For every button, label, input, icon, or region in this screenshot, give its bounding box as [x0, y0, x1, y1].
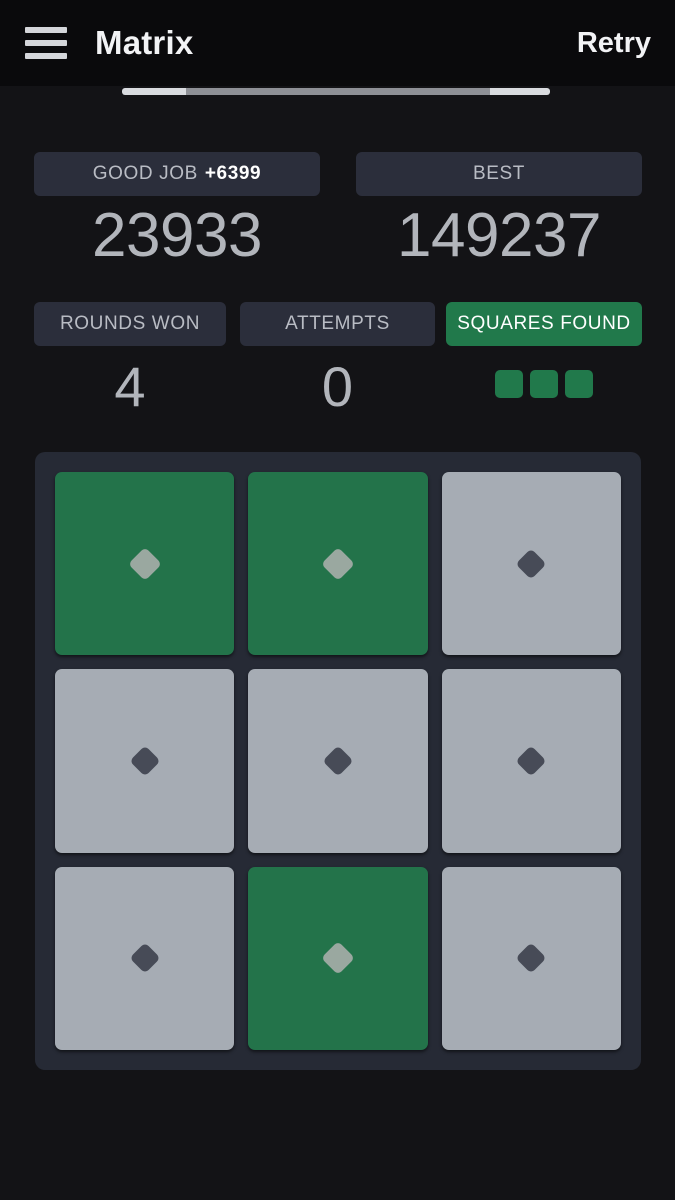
score-delta: +6399: [204, 163, 262, 184]
diamond-icon: [515, 548, 547, 580]
matrix-game-board: [35, 452, 641, 1070]
hamburger-bar: [25, 53, 67, 59]
app-header: Matrix Retry: [0, 0, 675, 86]
hamburger-bar: [25, 27, 67, 33]
attempts-label: ATTEMPTS: [285, 313, 390, 334]
best-score-value: 149237: [397, 201, 601, 270]
progress-segment-elapsed: [122, 88, 186, 95]
hamburger-bar: [25, 40, 67, 46]
board-tile[interactable]: [248, 472, 428, 656]
attempts-value: 0: [321, 355, 354, 418]
diamond-icon: [515, 745, 547, 777]
stats-section: ROUNDS WON ATTEMPTS SQUARES FOUND 4 0: [0, 302, 675, 432]
retry-button[interactable]: Retry: [577, 27, 651, 60]
rounds-won-chip: ROUNDS WON: [34, 302, 226, 346]
squares-found-dot: [565, 370, 593, 398]
page-title: Matrix: [95, 24, 194, 61]
matrix-game-screen: Matrix Retry GOOD JOB +6399 BEST 23933 1…: [0, 0, 675, 1200]
good-job-label: GOOD JOB: [92, 163, 198, 184]
round-progress-bar: [122, 88, 550, 95]
current-score-value: 23933: [92, 201, 262, 270]
good-job-chip: GOOD JOB +6399: [34, 152, 320, 196]
board-tile[interactable]: [55, 472, 235, 656]
diamond-icon: [127, 546, 162, 581]
rounds-won-label: ROUNDS WON: [59, 313, 201, 334]
squares-found-dot: [530, 370, 558, 398]
progress-segment-bonus: [490, 88, 550, 95]
board-tile[interactable]: [248, 866, 428, 1050]
progress-segment-remaining: [186, 88, 490, 95]
board-tile[interactable]: [248, 669, 428, 853]
board-tile[interactable]: [441, 472, 621, 656]
board-tile[interactable]: [55, 866, 235, 1050]
diamond-icon: [322, 745, 354, 777]
best-label: BEST: [472, 163, 526, 184]
squares-found-chip: SQUARES FOUND: [446, 302, 642, 346]
attempts-chip: ATTEMPTS: [240, 302, 435, 346]
best-chip: BEST: [356, 152, 642, 196]
score-section: GOOD JOB +6399 BEST 23933 149237: [0, 152, 675, 272]
squares-found-dot: [495, 370, 523, 398]
diamond-icon: [321, 941, 355, 976]
rounds-won-value: 4: [114, 355, 146, 418]
squares-found-indicator: [446, 370, 642, 398]
diamond-icon: [321, 546, 355, 581]
diamond-icon: [515, 942, 547, 974]
board-tile[interactable]: [441, 866, 621, 1050]
diamond-icon: [129, 745, 161, 777]
board-tile[interactable]: [55, 669, 235, 853]
hamburger-menu-icon[interactable]: [25, 27, 67, 59]
squares-found-label: SQUARES FOUND: [457, 313, 631, 334]
board-tile[interactable]: [441, 669, 621, 853]
diamond-icon: [129, 942, 161, 974]
